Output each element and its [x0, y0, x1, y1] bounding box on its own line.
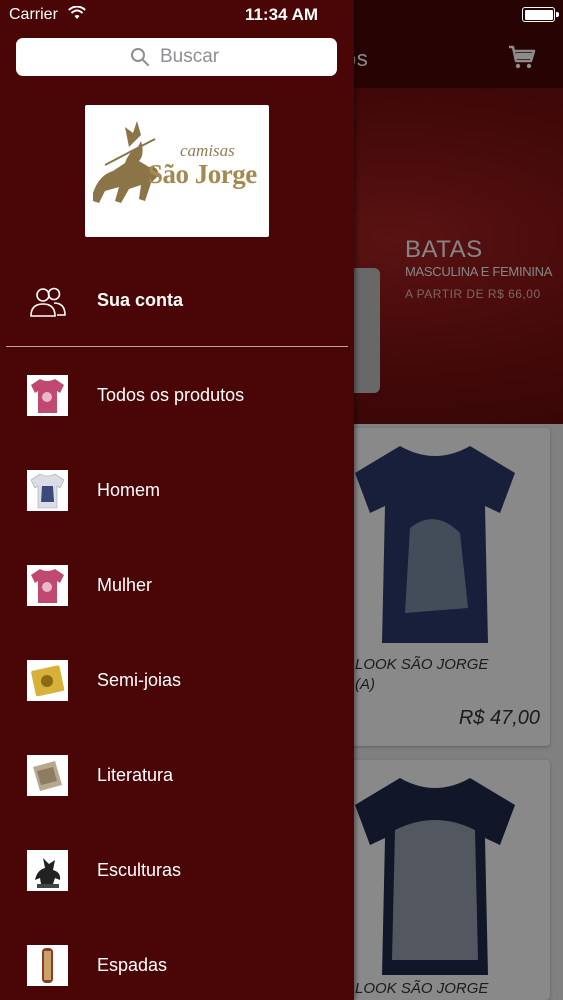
category-thumbnail [27, 565, 68, 606]
menu-item-mulher[interactable]: Mulher [0, 546, 354, 626]
shirt-icon [31, 379, 64, 413]
category-thumbnail [27, 660, 68, 701]
menu-item-label: Homem [97, 480, 161, 500]
search-placeholder: Buscar [160, 46, 220, 67]
menu-item-label: Mulher [97, 575, 153, 595]
menu-item-literatura[interactable]: Literatura [0, 736, 354, 816]
divider [6, 346, 348, 347]
menu-item-label: Semi-joias [97, 670, 182, 690]
status-bar: Carrier 11:34 AM [0, 0, 563, 30]
pendant-icon [31, 665, 65, 697]
menu-item-label: Todos os produtos [97, 385, 245, 405]
side-drawer: Buscar camisas São Jorge Sua conta Todos… [0, 0, 354, 1000]
account-label: Sua conta [97, 290, 184, 310]
battery-icon [522, 7, 559, 22]
menu-item-homem[interactable]: Homem [0, 451, 354, 531]
menu-item-label: Espadas [97, 955, 168, 975]
menu-item-esculturas[interactable]: Esculturas [0, 831, 354, 911]
book-icon [33, 761, 62, 791]
shirt-icon [31, 569, 64, 603]
account-menu-item[interactable]: Sua conta [0, 270, 354, 332]
category-thumbnail [27, 755, 68, 796]
menu-item-label: Literatura [97, 765, 174, 785]
shirt-icon [30, 473, 65, 509]
category-thumbnail [27, 945, 68, 986]
users-icon [30, 287, 66, 317]
category-thumbnail [27, 850, 68, 891]
search-icon [131, 48, 149, 66]
menu-item-espadas[interactable]: Espadas [0, 926, 354, 1000]
sword-icon [42, 948, 53, 983]
search-input[interactable]: Buscar [16, 38, 337, 76]
sculpture-icon [35, 858, 61, 888]
logo-text-small: camisas [180, 141, 235, 160]
logo-text-large: São Jorge [148, 159, 257, 189]
menu-item-semi-joias[interactable]: Semi-joias [0, 641, 354, 721]
menu-item-label: Esculturas [97, 860, 182, 880]
menu-item-todos-os-produtos[interactable]: Todos os produtos [0, 356, 354, 436]
store-logo: camisas São Jorge [85, 105, 269, 237]
category-thumbnail [27, 470, 68, 511]
clock: 11:34 AM [244, 5, 319, 24]
category-thumbnail [27, 375, 68, 416]
